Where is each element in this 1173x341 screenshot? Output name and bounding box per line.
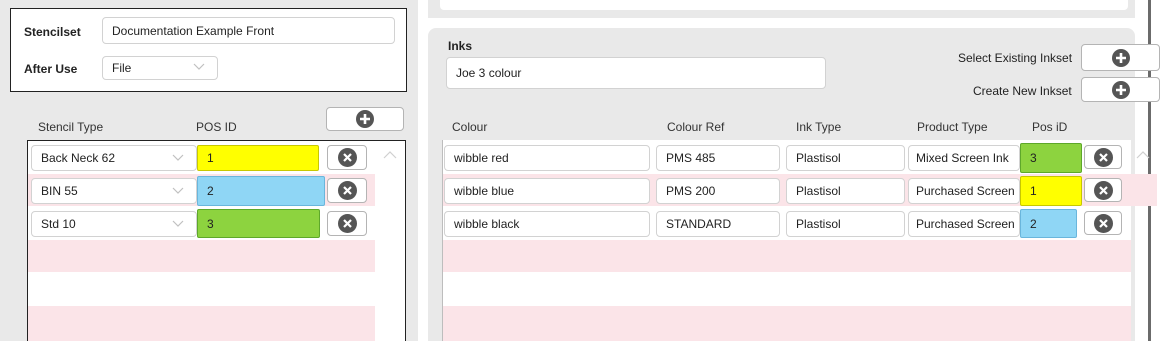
after-use-value: File [112, 61, 132, 75]
stencil-pos-field[interactable]: 2 [197, 176, 325, 206]
stencil-type-value: Back Neck 62 [41, 151, 116, 165]
add-stencil-button[interactable] [326, 107, 404, 131]
ink-product-type-field[interactable]: Mixed Screen Ink [908, 145, 1020, 171]
stencil-pos-field[interactable]: 1 [197, 145, 319, 171]
ink-type-field[interactable]: Plastisol [786, 178, 905, 204]
scroll-up-icon[interactable] [383, 150, 397, 159]
stencilset-field[interactable]: Documentation Example Front [102, 17, 395, 44]
plus-circle-icon [356, 110, 374, 128]
stencil-row-bg [28, 240, 375, 272]
col-colour: Colour [452, 120, 488, 134]
col-stencil-type: Stencil Type [38, 120, 104, 134]
scroll-up-icon[interactable] [1136, 150, 1150, 159]
stencilset-label: Stencilset [24, 25, 81, 39]
remove-stencil-button[interactable] [327, 211, 367, 236]
remove-stencil-button[interactable] [327, 145, 367, 170]
ink-pos-field[interactable]: 3 [1020, 143, 1082, 173]
x-circle-icon [1093, 147, 1113, 167]
chevron-down-icon [193, 63, 205, 70]
col-pos-id: Pos iD [1032, 120, 1068, 134]
stencil-type-select[interactable]: Back Neck 62 [31, 145, 197, 171]
chevron-down-icon [172, 187, 184, 194]
col-pos-id: POS ID [196, 120, 237, 134]
col-product-type: Product Type [917, 120, 988, 134]
remove-ink-button[interactable] [1084, 211, 1122, 235]
stencil-type-select[interactable]: Std 10 [31, 211, 197, 237]
ink-type-field[interactable]: Plastisol [786, 145, 905, 171]
right-top-card [440, 0, 1128, 10]
ink-row-bg [443, 306, 1131, 341]
chevron-down-icon [172, 154, 184, 161]
stencil-pos-field[interactable]: 3 [197, 209, 320, 238]
after-use-select[interactable]: File [102, 56, 218, 80]
stencil-row-bg [28, 306, 375, 341]
plus-circle-icon [1111, 80, 1130, 99]
x-circle-icon [1093, 213, 1113, 233]
ink-row-bg [443, 240, 1131, 272]
ink-type-field[interactable]: Plastisol [786, 211, 905, 237]
x-circle-icon [1093, 180, 1113, 200]
ink-product-type-field[interactable]: Purchased Screen [908, 211, 1020, 237]
after-use-label: After Use [24, 62, 78, 76]
ink-colour-field[interactable]: wibble blue [444, 178, 650, 204]
ink-colour-ref-field[interactable]: PMS 485 [656, 145, 780, 171]
x-circle-icon [337, 148, 357, 167]
ink-colour-field[interactable]: wibble red [444, 145, 650, 171]
stencil-type-value: BIN 55 [41, 184, 78, 198]
create-new-inkset-button[interactable] [1081, 77, 1160, 102]
remove-stencil-button[interactable] [327, 178, 367, 203]
stencil-type-value: Std 10 [41, 217, 76, 231]
ink-pos-field[interactable]: 2 [1020, 209, 1077, 238]
col-colour-ref: Colour Ref [667, 120, 725, 134]
ink-pos-field[interactable]: 1 [1020, 176, 1082, 206]
ink-colour-ref-field[interactable]: PMS 200 [656, 178, 780, 204]
inks-title: Inks [448, 39, 473, 53]
plus-circle-icon [1111, 48, 1130, 67]
inkset-field[interactable]: Joe 3 colour [446, 57, 826, 89]
x-circle-icon [337, 214, 357, 233]
ink-colour-ref-field[interactable]: STANDARD [656, 211, 780, 237]
create-new-label: Create New Inkset [973, 84, 1072, 98]
remove-ink-button[interactable] [1084, 178, 1122, 202]
chevron-down-icon [172, 220, 184, 227]
col-ink-type: Ink Type [796, 120, 842, 134]
ink-colour-field[interactable]: wibble black [444, 211, 650, 237]
select-existing-inkset-button[interactable] [1081, 44, 1160, 71]
ink-product-type-field[interactable]: Purchased Screen [908, 178, 1020, 204]
stencil-type-select[interactable]: BIN 55 [31, 178, 197, 204]
x-circle-icon [337, 181, 357, 200]
select-existing-label: Select Existing Inkset [958, 51, 1073, 65]
remove-ink-button[interactable] [1084, 145, 1122, 169]
